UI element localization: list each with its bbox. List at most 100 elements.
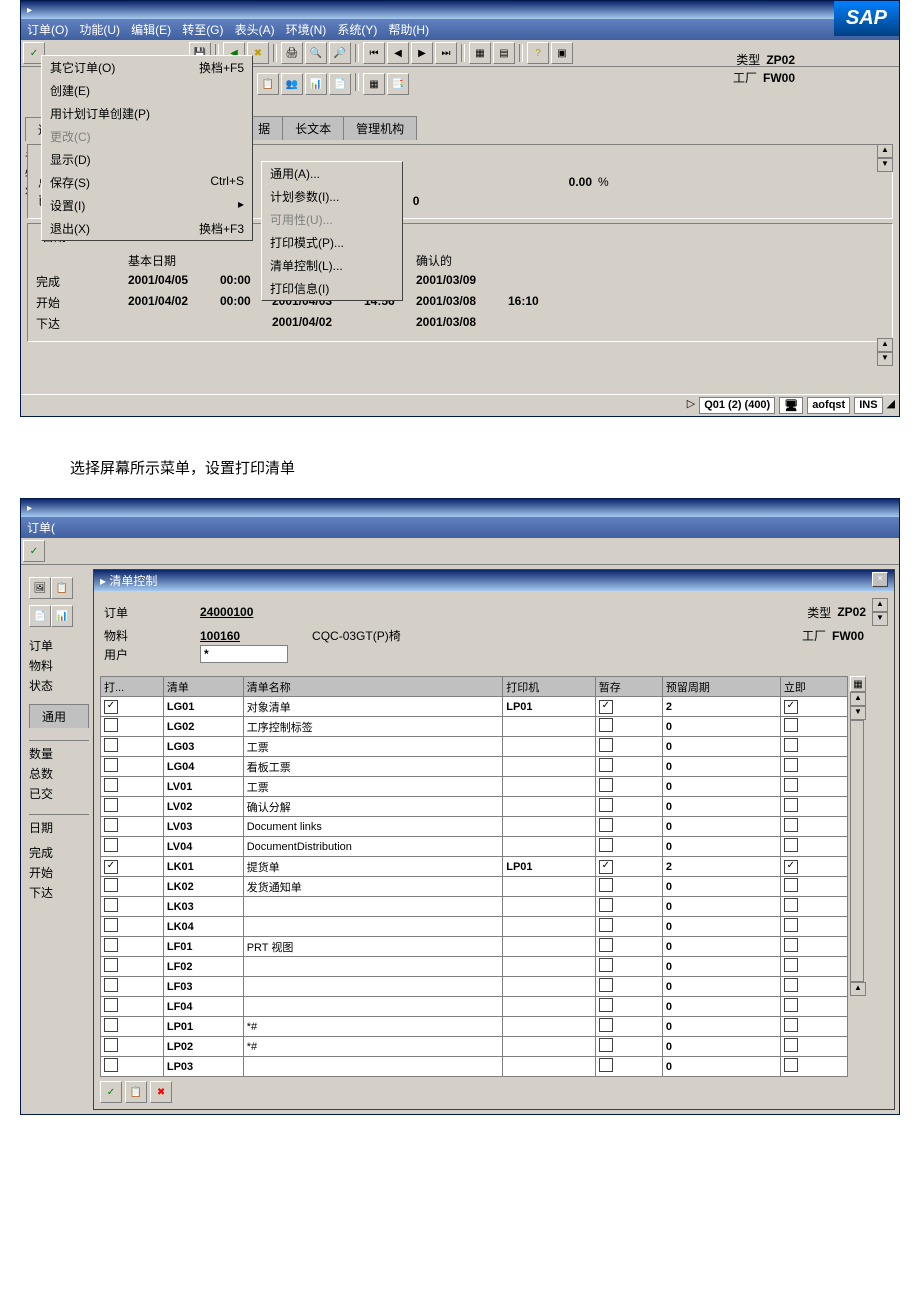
p-scroll-down-icon[interactable]: ▼ — [872, 612, 888, 626]
checkbox[interactable] — [104, 738, 118, 752]
next-icon[interactable]: ▶ — [411, 42, 433, 64]
tab-6[interactable]: 管理机构 — [343, 116, 417, 140]
cell-now[interactable] — [780, 877, 847, 897]
checkbox[interactable] — [599, 718, 613, 732]
p-mat-val[interactable]: 100160 — [200, 629, 240, 643]
cell-print[interactable] — [101, 1017, 164, 1037]
checkbox[interactable] — [104, 938, 118, 952]
checkbox[interactable] — [599, 1058, 613, 1072]
checkbox[interactable] — [599, 818, 613, 832]
checkbox[interactable] — [784, 998, 798, 1012]
cell-temp[interactable] — [595, 917, 662, 937]
cell-print[interactable] — [101, 877, 164, 897]
cell-now[interactable] — [780, 997, 847, 1017]
menu-edit[interactable]: 编辑(E) — [131, 23, 171, 37]
cell-temp[interactable] — [595, 1017, 662, 1037]
cell-temp[interactable] — [595, 817, 662, 837]
cell-print[interactable] — [101, 797, 164, 817]
cell-temp[interactable] — [595, 837, 662, 857]
cell-now[interactable] — [780, 797, 847, 817]
tab-5[interactable]: 长文本 — [282, 116, 344, 140]
tb-icon-4[interactable]: 📄 — [329, 73, 351, 95]
cell-temp[interactable] — [595, 977, 662, 997]
menu-item[interactable]: 保存(S)Ctrl+S — [42, 171, 252, 194]
scroll-up2-icon[interactable]: ▲ — [877, 338, 893, 352]
submenu-item[interactable]: 清单控制(L)... — [262, 254, 402, 277]
checkbox[interactable] — [784, 978, 798, 992]
last-icon[interactable]: ⏭ — [435, 42, 457, 64]
cell-now[interactable] — [780, 837, 847, 857]
checkbox[interactable] — [784, 878, 798, 892]
nav-icon[interactable]: ▷ — [687, 397, 695, 414]
cell-print[interactable] — [101, 837, 164, 857]
menu-goto[interactable]: 转至(G) — [182, 23, 223, 37]
checkbox[interactable] — [784, 1018, 798, 1032]
findnext-icon[interactable]: 🔎 — [329, 42, 351, 64]
cell-temp[interactable] — [595, 777, 662, 797]
tb-icon-3[interactable]: 📊 — [305, 73, 327, 95]
checkbox[interactable] — [784, 718, 798, 732]
checkbox[interactable] — [104, 1038, 118, 1052]
cell-now[interactable] — [780, 957, 847, 977]
cell-temp[interactable] — [595, 737, 662, 757]
menu-help[interactable]: 帮助(H) — [388, 23, 429, 37]
col-header[interactable]: 预留周期 — [662, 677, 780, 697]
checkbox[interactable] — [599, 798, 613, 812]
cell-now[interactable] — [780, 777, 847, 797]
menu-sys[interactable]: 系统(Y) — [337, 23, 377, 37]
checkbox[interactable] — [599, 1018, 613, 1032]
cell-print[interactable]: ✓ — [101, 697, 164, 717]
cell-print[interactable] — [101, 917, 164, 937]
submenu-item[interactable]: 打印模式(P)... — [262, 231, 402, 254]
ok2-icon[interactable]: ✓ — [23, 540, 45, 562]
cell-print[interactable] — [101, 957, 164, 977]
lefttb3-icon[interactable]: 📄 — [29, 605, 51, 627]
checkbox[interactable] — [104, 978, 118, 992]
find-icon[interactable]: 🔍 — [305, 42, 327, 64]
checkbox[interactable] — [104, 1018, 118, 1032]
submenu-item[interactable]: 打印信息(I) — [262, 277, 402, 300]
first-icon[interactable]: ⏮ — [363, 42, 385, 64]
p-user-input[interactable] — [200, 645, 288, 663]
col-header[interactable]: 立即 — [780, 677, 847, 697]
print-icon[interactable]: 🖨 — [281, 42, 303, 64]
menu-item[interactable]: 退出(X)换档+F3 — [42, 217, 252, 240]
cell-print[interactable] — [101, 1037, 164, 1057]
cell-temp[interactable]: ✓ — [595, 697, 662, 717]
checkbox[interactable] — [104, 998, 118, 1012]
col-header[interactable]: 暂存 — [595, 677, 662, 697]
cell-print[interactable] — [101, 737, 164, 757]
cell-now[interactable]: ✓ — [780, 697, 847, 717]
checkbox[interactable] — [104, 918, 118, 932]
checkbox[interactable] — [784, 958, 798, 972]
checkbox[interactable] — [784, 778, 798, 792]
t-scroll-up2-icon[interactable]: ▲ — [850, 982, 866, 996]
cell-now[interactable] — [780, 757, 847, 777]
menu-item[interactable]: 设置(I)▸ — [42, 194, 252, 217]
lefttb1-icon[interactable]: 🖼 — [29, 577, 51, 599]
cell-print[interactable] — [101, 777, 164, 797]
checkbox[interactable] — [104, 1058, 118, 1072]
tb-icon-1[interactable]: 📋 — [257, 73, 279, 95]
cell-now[interactable] — [780, 897, 847, 917]
t-scroll-down-icon[interactable]: ▼ — [850, 706, 866, 720]
cell-now[interactable] — [780, 737, 847, 757]
checkbox[interactable] — [104, 798, 118, 812]
checkbox[interactable] — [599, 758, 613, 772]
cell-now[interactable] — [780, 1057, 847, 1077]
menu-item[interactable]: 显示(D) — [42, 148, 252, 171]
checkbox[interactable]: ✓ — [784, 700, 798, 714]
checkbox[interactable] — [599, 938, 613, 952]
checkbox[interactable] — [104, 778, 118, 792]
cell-temp[interactable] — [595, 1037, 662, 1057]
popup-close-icon[interactable]: × — [872, 572, 888, 587]
checkbox[interactable] — [599, 998, 613, 1012]
checkbox[interactable] — [599, 778, 613, 792]
checkbox[interactable] — [104, 838, 118, 852]
cell-now[interactable] — [780, 1017, 847, 1037]
checkbox[interactable] — [599, 1038, 613, 1052]
tb-icon-2[interactable]: 👥 — [281, 73, 303, 95]
cell-temp[interactable] — [595, 957, 662, 977]
cell-temp[interactable] — [595, 1057, 662, 1077]
tb-icon-5[interactable]: ▦ — [363, 73, 385, 95]
